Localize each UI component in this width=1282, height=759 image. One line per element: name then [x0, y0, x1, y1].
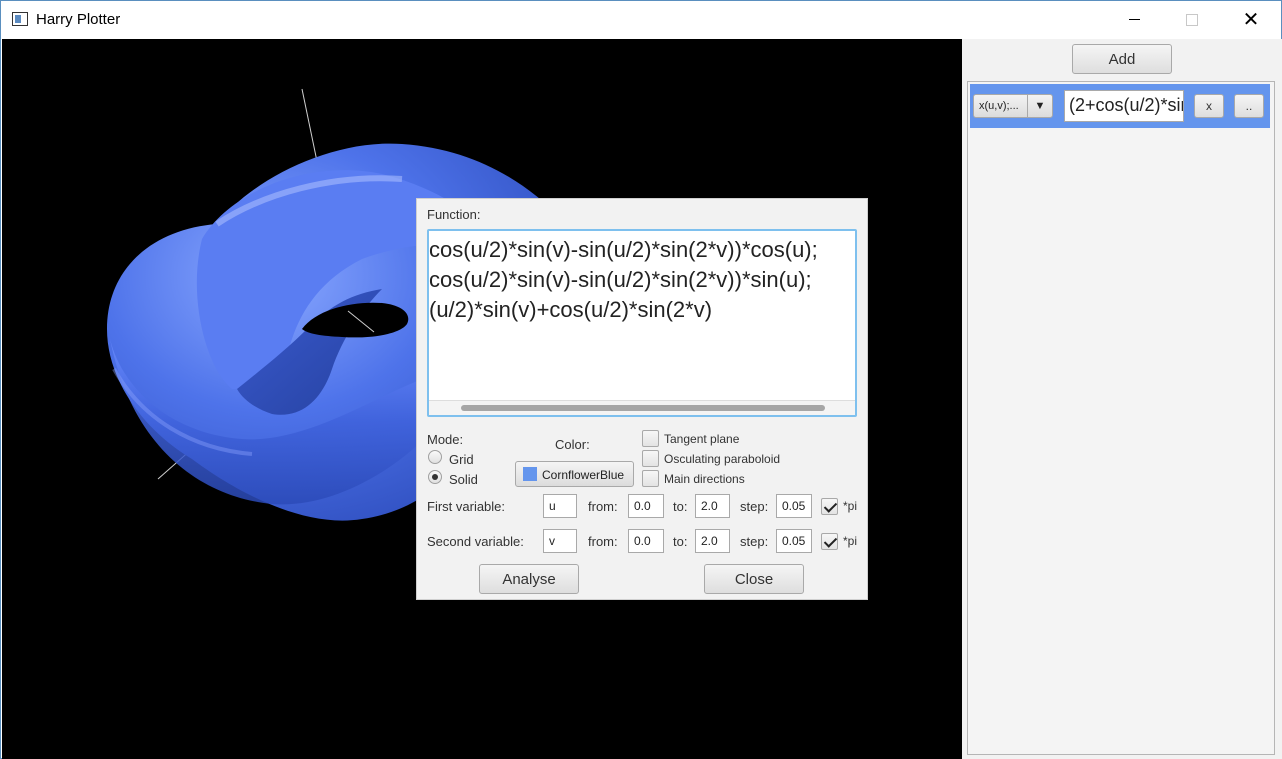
function-line: cos(u/2)*sin(v)-sin(u/2)*sin(2*v))*cos(u…: [429, 237, 818, 262]
second-pi-checkbox[interactable]: [821, 533, 838, 550]
function-line: (u/2)*sin(v)+cos(u/2)*sin(2*v): [429, 297, 713, 322]
color-picker-button[interactable]: CornflowerBlue: [515, 461, 634, 487]
first-variable-label: First variable:: [427, 499, 506, 514]
main-directions-label: Main directions: [664, 472, 745, 486]
first-step-input[interactable]: 0.05: [776, 494, 812, 518]
first-from-label: from:: [588, 499, 618, 514]
window-title: Harry Plotter: [36, 11, 121, 28]
first-pi-label: *pi: [843, 499, 858, 513]
tangent-plane-label: Tangent plane: [664, 432, 740, 446]
mode-grid-label: Grid: [449, 452, 474, 467]
second-step-label: step:: [740, 534, 769, 549]
mode-solid-radio[interactable]: [428, 470, 442, 484]
function-options-button[interactable]: ..: [1234, 94, 1264, 118]
first-pi-checkbox[interactable]: [821, 498, 838, 515]
function-label: Function:: [427, 207, 481, 222]
function-list[interactable]: x(u,v);... ▼ (2+cos(u/2)*sin(v)-sin(u/2)…: [967, 81, 1275, 755]
minimize-icon: [1128, 19, 1140, 20]
first-step-label: step:: [740, 499, 769, 514]
mode-label: Mode:: [427, 432, 464, 447]
main-directions-checkbox[interactable]: [642, 470, 659, 487]
first-to-input[interactable]: 2.0: [695, 494, 730, 518]
second-to-label: to:: [673, 534, 688, 549]
color-label: Color:: [555, 437, 590, 452]
function-line: cos(u/2)*sin(v)-sin(u/2)*sin(2*v))*sin(u…: [429, 267, 812, 292]
second-variable-label: Second variable:: [427, 534, 524, 549]
close-window-button[interactable]: ✕: [1222, 1, 1280, 38]
scrollbar-thumb[interactable]: [461, 405, 825, 411]
osculating-paraboloid-checkbox[interactable]: [642, 450, 659, 467]
second-pi-label: *pi: [843, 534, 858, 548]
close-icon: ✕: [1242, 9, 1260, 31]
minimize-button[interactable]: [1105, 1, 1163, 38]
app-icon: [12, 12, 28, 26]
function-type-value: x(u,v);...: [979, 100, 1019, 112]
remove-function-button[interactable]: x: [1194, 94, 1224, 118]
horizontal-scrollbar[interactable]: [429, 400, 855, 415]
mode-grid-radio[interactable]: [428, 450, 442, 464]
first-variable-name-input[interactable]: u: [543, 494, 577, 518]
mode-solid-label: Solid: [449, 472, 478, 487]
close-dialog-button[interactable]: Close: [704, 564, 804, 594]
function-textarea[interactable]: cos(u/2)*sin(v)-sin(u/2)*sin(2*v))*cos(u…: [427, 229, 857, 417]
second-from-input[interactable]: 0.0: [628, 529, 664, 553]
app-window: Harry Plotter ✕ Add x(u,v);... ▼ (2+cos(…: [0, 0, 1282, 759]
second-to-input[interactable]: 2.0: [695, 529, 730, 553]
color-swatch: [523, 467, 537, 481]
maximize-button[interactable]: [1163, 1, 1221, 38]
second-variable-name-input[interactable]: v: [543, 529, 577, 553]
function-list-item[interactable]: x(u,v);... ▼ (2+cos(u/2)*sin(v)-sin(u/2)…: [970, 84, 1270, 128]
first-from-input[interactable]: 0.0: [628, 494, 664, 518]
second-from-label: from:: [588, 534, 618, 549]
function-dialog: Function: cos(u/2)*sin(v)-sin(u/2)*sin(2…: [417, 199, 867, 599]
function-list-panel: Add x(u,v);... ▼ (2+cos(u/2)*sin(v)-sin(…: [962, 39, 1282, 759]
function-type-select[interactable]: x(u,v);... ▼: [973, 94, 1053, 118]
function-expression-field[interactable]: (2+cos(u/2)*sin(v)-sin(u/2)*sin(2*v))*co…: [1064, 90, 1184, 122]
osculating-paraboloid-label: Osculating paraboloid: [664, 452, 781, 466]
title-bar[interactable]: Harry Plotter ✕: [1, 1, 1281, 38]
maximize-icon: [1186, 13, 1198, 26]
first-to-label: to:: [673, 499, 688, 514]
color-name: CornflowerBlue: [542, 468, 625, 482]
chevron-down-icon: ▼: [1027, 95, 1052, 117]
add-function-button[interactable]: Add: [1072, 44, 1172, 74]
second-step-input[interactable]: 0.05: [776, 529, 812, 553]
tangent-plane-checkbox[interactable]: [642, 430, 659, 447]
analyse-button[interactable]: Analyse: [479, 564, 579, 594]
